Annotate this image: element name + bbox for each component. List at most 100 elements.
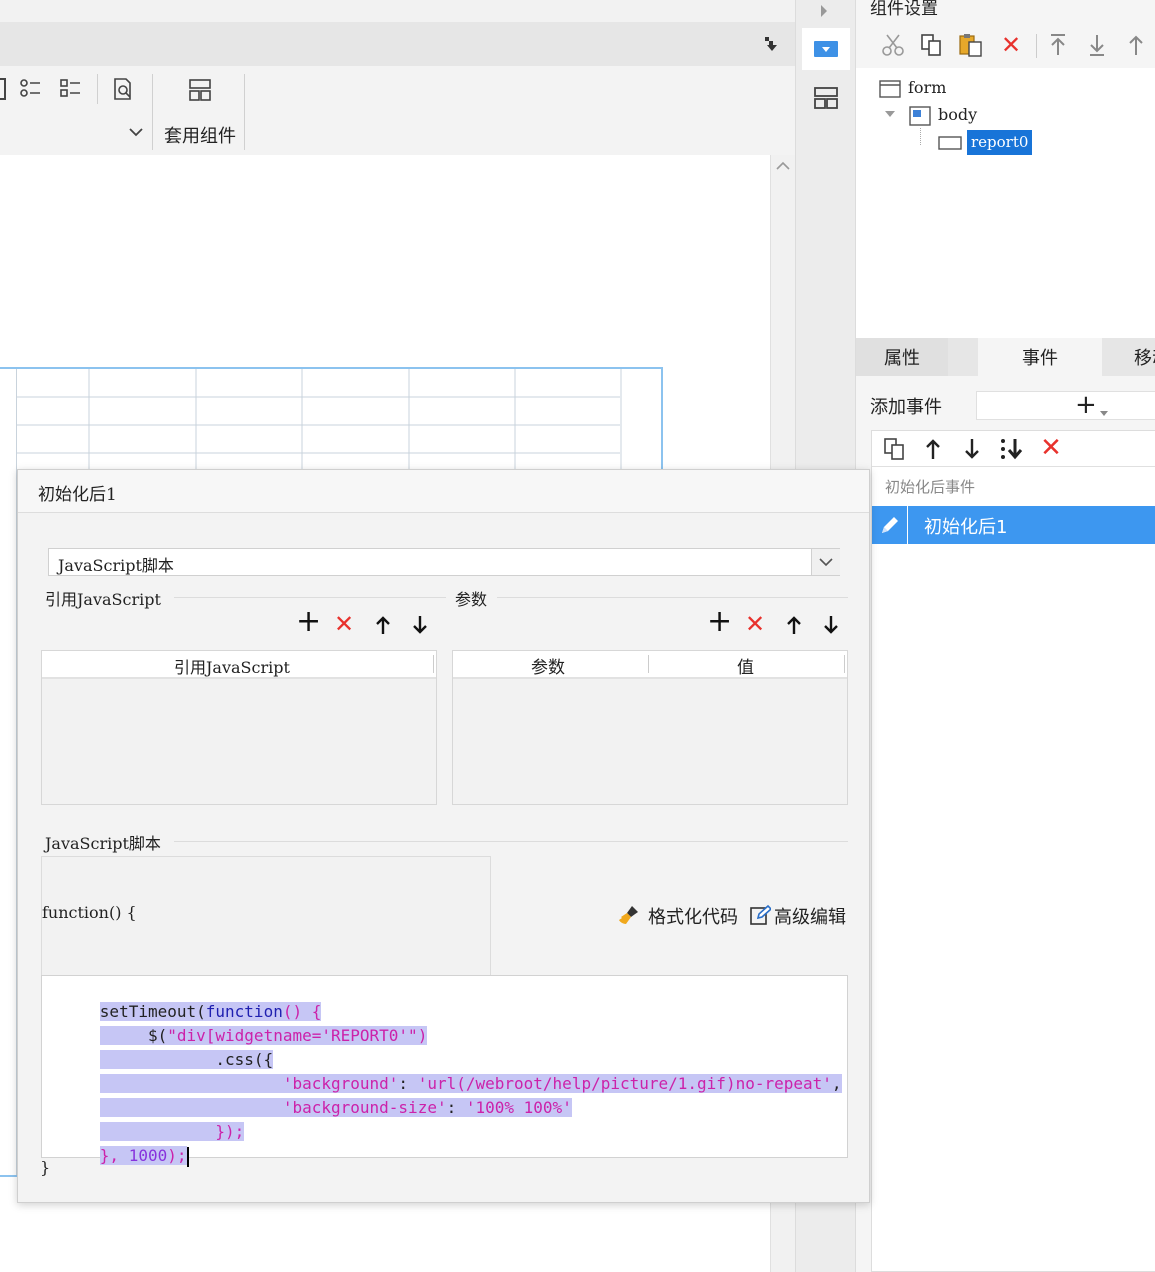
section-line bbox=[174, 597, 446, 598]
event-item-selected[interactable]: 初始化后1 bbox=[872, 506, 1155, 544]
section-line bbox=[174, 841, 848, 842]
dialog-title: 初始化后1 bbox=[38, 485, 117, 505]
toolbar-divider bbox=[1036, 34, 1037, 58]
dialog-title-bar[interactable]: 初始化后1 bbox=[18, 470, 869, 513]
script-section-title: JavaScript脚本 bbox=[45, 834, 161, 853]
code-editor[interactable]: setTimeout(function() { $("div[widgetnam… bbox=[41, 975, 848, 1167]
code-line: $("div[widgetname='REPORT0'") bbox=[42, 1000, 428, 1045]
scroll-up-icon[interactable] bbox=[775, 159, 791, 173]
param-move-up-icon[interactable] bbox=[784, 613, 804, 637]
code-line: }, 1000); bbox=[99, 1146, 189, 1167]
function-close: } bbox=[40, 1158, 51, 1177]
tree-node-body[interactable]: body bbox=[938, 105, 977, 124]
advanced-edit-button[interactable]: 高级编辑 bbox=[774, 903, 846, 929]
component-settings-panel: 组件设置 ✕ form body report0 属性 事件 移 添加事件 + … bbox=[855, 0, 1155, 1272]
tab-label: 属性 bbox=[884, 348, 920, 369]
ref-js-table[interactable]: 引用JavaScript bbox=[41, 650, 437, 805]
tab-label: 移动 bbox=[1134, 348, 1155, 369]
ref-js-table-header: 引用JavaScript bbox=[42, 651, 436, 679]
param-column-value[interactable]: 值 bbox=[737, 653, 754, 678]
ref-move-down-icon[interactable] bbox=[410, 613, 430, 637]
column-divider bbox=[844, 655, 845, 673]
event-item-label: 初始化后1 bbox=[924, 517, 1008, 538]
tab-label: 事件 bbox=[1022, 348, 1058, 369]
form-icon bbox=[878, 79, 902, 99]
preview-doc-icon[interactable] bbox=[110, 76, 136, 102]
tree-node-form[interactable]: form bbox=[908, 78, 946, 97]
format-code-button[interactable]: 格式化代码 bbox=[648, 903, 738, 929]
event-move-down-icon[interactable] bbox=[961, 436, 983, 462]
param-table[interactable]: 参数 值 bbox=[452, 650, 848, 805]
dropdown-chevron-icon[interactable] bbox=[126, 122, 146, 142]
event-move-up-icon[interactable] bbox=[922, 436, 944, 462]
event-copy-icon[interactable] bbox=[881, 436, 907, 462]
event-sort-icon[interactable] bbox=[998, 436, 1026, 462]
title-strip bbox=[0, 22, 795, 66]
collapse-panel-icon[interactable] bbox=[758, 34, 780, 54]
code-line: 'background': 'url(/webroot/help/picture… bbox=[42, 1048, 842, 1093]
checkbox-list-icon[interactable] bbox=[58, 76, 84, 102]
script-type-select[interactable]: JavaScript脚本 bbox=[48, 548, 840, 576]
function-open: function() { bbox=[42, 903, 137, 922]
plus-icon: + bbox=[1075, 390, 1097, 420]
move-up-icon[interactable] bbox=[1124, 32, 1148, 58]
code-line: }); bbox=[42, 1096, 245, 1141]
code-line: 'background-size': '100% 100%' bbox=[42, 1072, 572, 1117]
tab-mobile[interactable]: 移动 bbox=[1134, 338, 1155, 376]
param-add-icon[interactable]: + bbox=[707, 607, 732, 637]
tab-events[interactable]: 事件 bbox=[978, 338, 1102, 376]
section-line bbox=[497, 597, 848, 598]
event-delete-icon[interactable]: ✕ bbox=[1038, 433, 1064, 463]
copy-icon[interactable] bbox=[918, 32, 944, 58]
param-table-header: 参数 值 bbox=[453, 651, 847, 679]
report-widget-icon bbox=[938, 134, 962, 152]
ribbon-partial-icon[interactable] bbox=[0, 78, 6, 100]
param-delete-icon[interactable]: ✕ bbox=[745, 611, 765, 637]
ref-delete-icon[interactable]: ✕ bbox=[334, 611, 354, 637]
radio-list-icon[interactable] bbox=[18, 76, 44, 102]
delete-icon[interactable]: ✕ bbox=[998, 31, 1024, 59]
tree-expand-icon[interactable] bbox=[884, 108, 896, 120]
widget-panel-icon bbox=[813, 39, 839, 59]
ribbon-group-label[interactable]: 套用组件 bbox=[164, 122, 236, 148]
text-cursor bbox=[186, 1146, 189, 1167]
code-line: setTimeout(function() { bbox=[99, 1002, 322, 1021]
top-bar bbox=[0, 0, 795, 22]
advanced-edit-icon[interactable] bbox=[748, 903, 772, 927]
tree-node-report0[interactable]: report0 bbox=[967, 130, 1033, 155]
param-move-down-icon[interactable] bbox=[821, 613, 841, 637]
ref-move-up-icon[interactable] bbox=[373, 613, 393, 637]
cut-icon[interactable] bbox=[880, 32, 906, 58]
ribbon-toolbar: 套用组件 bbox=[0, 66, 795, 155]
ref-add-icon[interactable]: + bbox=[296, 607, 321, 637]
ribbon-divider bbox=[152, 74, 153, 150]
code-line: .css({ bbox=[42, 1024, 274, 1069]
ref-js-column[interactable]: 引用JavaScript bbox=[174, 654, 290, 678]
ribbon-divider bbox=[244, 74, 245, 150]
move-top-icon[interactable] bbox=[1046, 32, 1070, 58]
select-chevron-icon[interactable] bbox=[811, 549, 840, 575]
paste-icon[interactable] bbox=[957, 32, 985, 58]
widget-panel-button[interactable] bbox=[802, 28, 850, 70]
edit-pencil-icon[interactable] bbox=[872, 506, 908, 544]
column-divider bbox=[648, 655, 649, 673]
event-list bbox=[871, 430, 1155, 1272]
ref-js-section-title: 引用JavaScript bbox=[45, 590, 161, 609]
column-divider bbox=[433, 655, 434, 673]
format-brush-icon[interactable] bbox=[617, 903, 641, 927]
dropdown-caret-icon bbox=[1100, 402, 1108, 422]
expand-arrow-icon[interactable] bbox=[816, 2, 832, 20]
param-column-name[interactable]: 参数 bbox=[531, 653, 565, 678]
layout-panel-icon[interactable] bbox=[812, 84, 840, 112]
tab-properties[interactable]: 属性 bbox=[856, 338, 948, 376]
panel-title: 组件设置 bbox=[870, 0, 938, 19]
template-widget-icon[interactable] bbox=[186, 76, 214, 104]
body-icon bbox=[908, 105, 932, 127]
event-editor-dialog: 初始化后1 JavaScript脚本 引用JavaScript + ✕ 引用Ja… bbox=[17, 469, 870, 1203]
script-type-value: JavaScript脚本 bbox=[58, 556, 174, 575]
tree-connector bbox=[920, 128, 921, 145]
add-event-dropdown[interactable]: + bbox=[976, 390, 1155, 422]
event-group-label: 初始化后事件 bbox=[885, 478, 976, 496]
move-bottom-icon[interactable] bbox=[1085, 32, 1109, 58]
add-event-label: 添加事件 bbox=[870, 397, 942, 418]
